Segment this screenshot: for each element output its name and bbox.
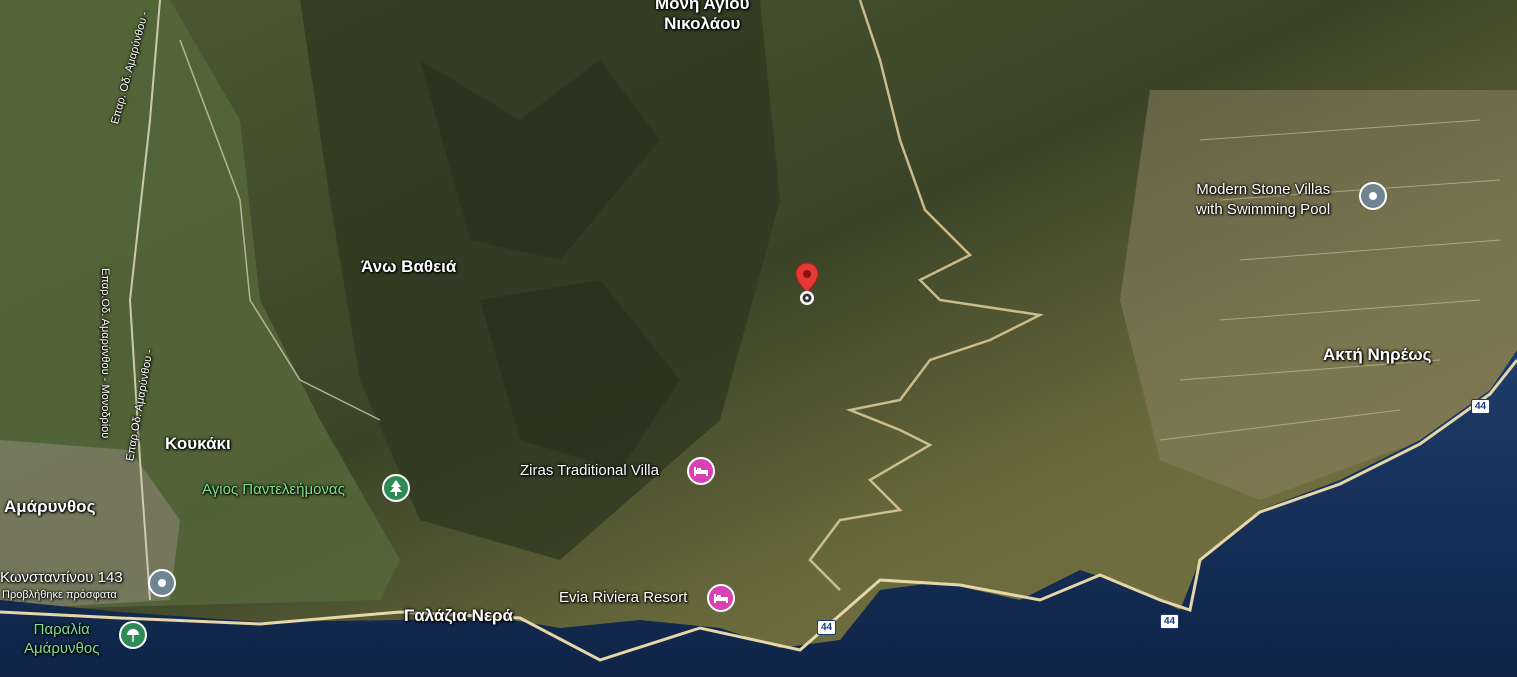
- red-location-pin-icon[interactable]: [794, 262, 820, 312]
- poi-label-modern-stone-villas[interactable]: Modern Stone Villas with Swimming Pool: [1196, 180, 1330, 220]
- place-label-galazia-nera[interactable]: Γαλάζια Νερά: [404, 606, 513, 626]
- tree-icon[interactable]: [382, 474, 410, 502]
- umbrella-icon[interactable]: [119, 621, 147, 649]
- satellite-map[interactable]: Μονή Αγίου Νικολάου Άνω Βαθειά Κουκάκι Α…: [0, 0, 1517, 677]
- bed-icon[interactable]: [687, 457, 715, 485]
- route-44-shield: 44: [1471, 399, 1491, 414]
- poi-label-agios-panteleimonas[interactable]: Αγιος Παντελεήμονας: [202, 481, 345, 498]
- place-label-ano-vatheia[interactable]: Άνω Βαθειά: [361, 257, 456, 277]
- poi-label-paralia-amarynthos[interactable]: Παραλία Αμάρυνθος: [24, 620, 99, 658]
- poi-label-evia-riviera[interactable]: Evia Riviera Resort: [559, 589, 687, 606]
- route-44-shield: 44: [1160, 614, 1180, 629]
- circle-pin-icon[interactable]: [1359, 182, 1387, 210]
- place-label-moni-agiou-nikolaou[interactable]: Μονή Αγίου Νικολάου: [655, 0, 750, 34]
- place-label-akti-nireos[interactable]: Ακτή Νηρέως: [1323, 345, 1432, 365]
- place-label-amarynthos[interactable]: Αμάρυνθος: [4, 497, 95, 517]
- poi-label-konstantinou[interactable]: Κωνσταντίνου 143: [0, 569, 123, 586]
- bed-icon[interactable]: [707, 584, 735, 612]
- poi-sublabel-recently-viewed: Προβλήθηκε πρόσφατα: [2, 589, 117, 601]
- circle-pin-icon[interactable]: [148, 569, 176, 597]
- satellite-terrain: [0, 0, 1517, 677]
- poi-label-ziras-villa[interactable]: Ziras Traditional Villa: [520, 462, 659, 479]
- road-label-left: Επαρ.Οδ. Αμαρύνθου - Μονοδρίου: [99, 268, 111, 439]
- route-44-shield: 44: [817, 620, 837, 635]
- place-label-koukaki[interactable]: Κουκάκι: [165, 434, 231, 454]
